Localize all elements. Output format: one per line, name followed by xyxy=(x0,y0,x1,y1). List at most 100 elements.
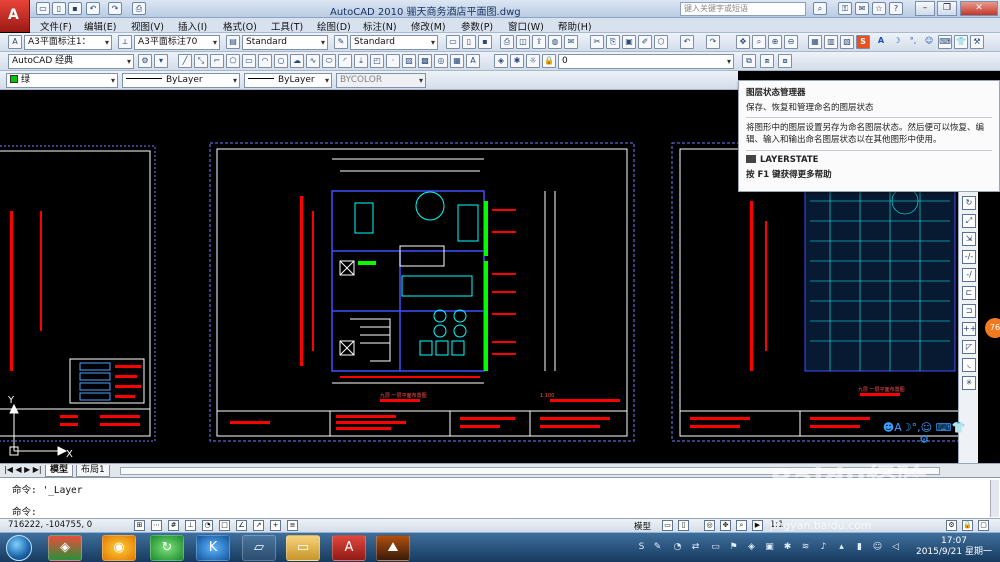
rotate-icon[interactable]: ↻ xyxy=(962,196,976,210)
menu-file[interactable]: 文件(F) xyxy=(40,19,72,33)
polar-icon[interactable]: ◔ xyxy=(202,520,213,531)
taskbar-app-8-icon[interactable]: ⛰ xyxy=(376,535,410,561)
undo-tb-icon[interactable]: ↶ xyxy=(680,35,694,49)
insert-block-icon[interactable]: ⤓ xyxy=(354,54,368,68)
dim-style-1-select[interactable]: A3平面标注1： xyxy=(24,35,112,50)
line-icon[interactable]: ╱ xyxy=(178,54,192,68)
menu-view[interactable]: 视图(V) xyxy=(131,19,164,33)
autocad-logo-icon[interactable]: A xyxy=(0,0,30,32)
taskbar-autocad-icon[interactable]: A xyxy=(332,535,366,561)
taskbar-app-1-icon[interactable]: ◈ xyxy=(48,535,82,561)
menu-help[interactable]: 帮助(H) xyxy=(558,19,592,33)
workspace-menu-icon[interactable]: ▾ xyxy=(154,54,168,68)
properties-icon[interactable]: ▦ xyxy=(808,35,822,49)
text-style-select[interactable]: Standard xyxy=(242,35,328,50)
linetype-select[interactable]: ByLayer xyxy=(122,73,240,88)
star-icon[interactable]: ☆ xyxy=(872,2,886,15)
showmotion-icon[interactable]: ▶ xyxy=(752,520,763,531)
tray-monitor-icon[interactable]: ▭ xyxy=(710,542,721,553)
command-prompt[interactable]: 命令: xyxy=(12,504,37,518)
binoculars-icon[interactable]: ⌕ xyxy=(813,2,827,15)
quick-view-icon[interactable]: ▯ xyxy=(678,520,689,531)
lightbulb-icon[interactable]: ✱ xyxy=(510,54,524,68)
polygon-icon[interactable]: ⬠ xyxy=(226,54,240,68)
undo-icon[interactable]: ↶ xyxy=(86,2,100,15)
smile-icon[interactable]: ☺ xyxy=(922,35,936,49)
point-icon[interactable]: · xyxy=(386,54,400,68)
tray-wifi-icon[interactable]: ≋ xyxy=(800,542,811,553)
taskbar-browser-icon[interactable]: ◉ xyxy=(102,535,136,561)
plot-icon[interactable]: ⎙ xyxy=(132,2,146,15)
break-icon[interactable]: ⊐ xyxy=(962,304,976,318)
grid-icon[interactable]: # xyxy=(168,520,179,531)
ellipse-icon[interactable]: ⬭ xyxy=(322,54,336,68)
spline-icon[interactable]: ∿ xyxy=(306,54,320,68)
zoom-previous-icon[interactable]: ⊖ xyxy=(784,35,798,49)
tray-shield-icon[interactable]: ◈ xyxy=(746,542,757,553)
notification-badge[interactable]: 76 xyxy=(985,318,1000,338)
break-at-point-icon[interactable]: ⊏ xyxy=(962,286,976,300)
tray-chat-icon[interactable]: ☺ xyxy=(872,542,883,553)
color-select[interactable]: 绿 xyxy=(6,73,118,88)
tray-sound-icon[interactable]: ♪ xyxy=(818,542,829,553)
tab-model[interactable]: 模型 xyxy=(45,465,74,477)
taskbar-clock[interactable]: 17:07 2015/9/21 星期一 xyxy=(908,536,1000,558)
save-icon[interactable]: ▪ xyxy=(68,2,82,15)
trim-icon[interactable]: -/- xyxy=(962,250,976,264)
gradient-icon[interactable]: ▩ xyxy=(418,54,432,68)
help-icon[interactable]: ? xyxy=(889,2,903,15)
layer-previous-icon[interactable]: ⧉ xyxy=(742,54,756,68)
zoom-realtime-icon[interactable]: ⌕ xyxy=(752,35,766,49)
new-doc-icon[interactable]: ▭ xyxy=(446,35,460,49)
tray-network-icon[interactable]: ◔ xyxy=(672,542,683,553)
toolbox-icon[interactable]: ⚒ xyxy=(970,35,984,49)
help-search-input[interactable]: 键入关键字或短语 xyxy=(680,2,806,16)
menu-tools[interactable]: 工具(T) xyxy=(271,19,303,33)
fillet-icon[interactable]: ◟ xyxy=(962,358,976,372)
open-doc-icon[interactable]: ▯ xyxy=(462,35,476,49)
menu-parametric[interactable]: 参数(P) xyxy=(461,19,493,33)
taskbar-app-5-icon[interactable]: ▱ xyxy=(242,535,276,561)
layer-select[interactable]: 0 xyxy=(558,54,734,69)
stretch-icon[interactable]: ⇲ xyxy=(962,232,976,246)
tray-volume-icon[interactable]: ◁ xyxy=(890,542,901,553)
pan-status-icon[interactable]: ✥ xyxy=(720,520,731,531)
lock-ui-icon[interactable]: 🔒 xyxy=(962,520,973,531)
print-icon[interactable]: ⎙ xyxy=(500,35,514,49)
infer-constraints-icon[interactable]: ⊞ xyxy=(134,520,145,531)
match-properties-icon[interactable]: ✐ xyxy=(638,35,652,49)
explode-icon[interactable]: ✳ xyxy=(962,376,976,390)
lineweight-toggle-icon[interactable]: ≡ xyxy=(287,520,298,531)
workspace-select[interactable]: AutoCAD 经典 xyxy=(8,54,134,69)
lock-icon[interactable]: 🔒 xyxy=(542,54,556,68)
zoom-window-icon[interactable]: ⊕ xyxy=(768,35,782,49)
keyboard-icon[interactable]: ⌨ xyxy=(938,35,952,49)
tab-nav-icons[interactable]: |◀ ◀ ▶ ▶| xyxy=(4,465,42,474)
3d-dwf-icon[interactable]: ◍ xyxy=(548,35,562,49)
tool-palettes-icon[interactable]: ▧ xyxy=(840,35,854,49)
paste-icon[interactable]: ▣ xyxy=(622,35,636,49)
taskbar-app-3-icon[interactable]: ↻ xyxy=(150,535,184,561)
extend-icon[interactable]: -/ xyxy=(962,268,976,282)
new-icon[interactable]: ▭ xyxy=(36,2,50,15)
tray-bluetooth-icon[interactable]: ✱ xyxy=(782,542,793,553)
sun-icon[interactable]: ☼ xyxy=(526,54,540,68)
tray-ime-icon[interactable]: S xyxy=(636,542,647,553)
pan-icon[interactable]: ✥ xyxy=(736,35,750,49)
moon-icon[interactable]: ☽ xyxy=(890,35,904,49)
ortho-icon[interactable]: ⊥ xyxy=(185,520,196,531)
snap-icon[interactable]: ⋯ xyxy=(151,520,162,531)
restore-button[interactable]: ❐ xyxy=(937,1,957,16)
rectangle-icon[interactable]: ▭ xyxy=(242,54,256,68)
menu-dimension[interactable]: 标注(N) xyxy=(363,19,397,33)
layer-state-icon[interactable]: ⧈ xyxy=(760,54,774,68)
tray-pen-icon[interactable]: ✎ xyxy=(652,542,663,553)
tray-battery-icon[interactable]: ▮ xyxy=(854,542,865,553)
taskbar-folder-icon[interactable]: ▭ xyxy=(286,535,320,561)
cut-icon[interactable]: ✂ xyxy=(590,35,604,49)
copy-icon[interactable]: ⎘ xyxy=(606,35,620,49)
workspace-settings-icon[interactable]: ⚙ xyxy=(138,54,152,68)
menu-draw[interactable]: 绘图(D) xyxy=(317,19,351,33)
save-doc-icon[interactable]: ▪ xyxy=(478,35,492,49)
tray-up-icon[interactable]: ▴ xyxy=(836,542,847,553)
